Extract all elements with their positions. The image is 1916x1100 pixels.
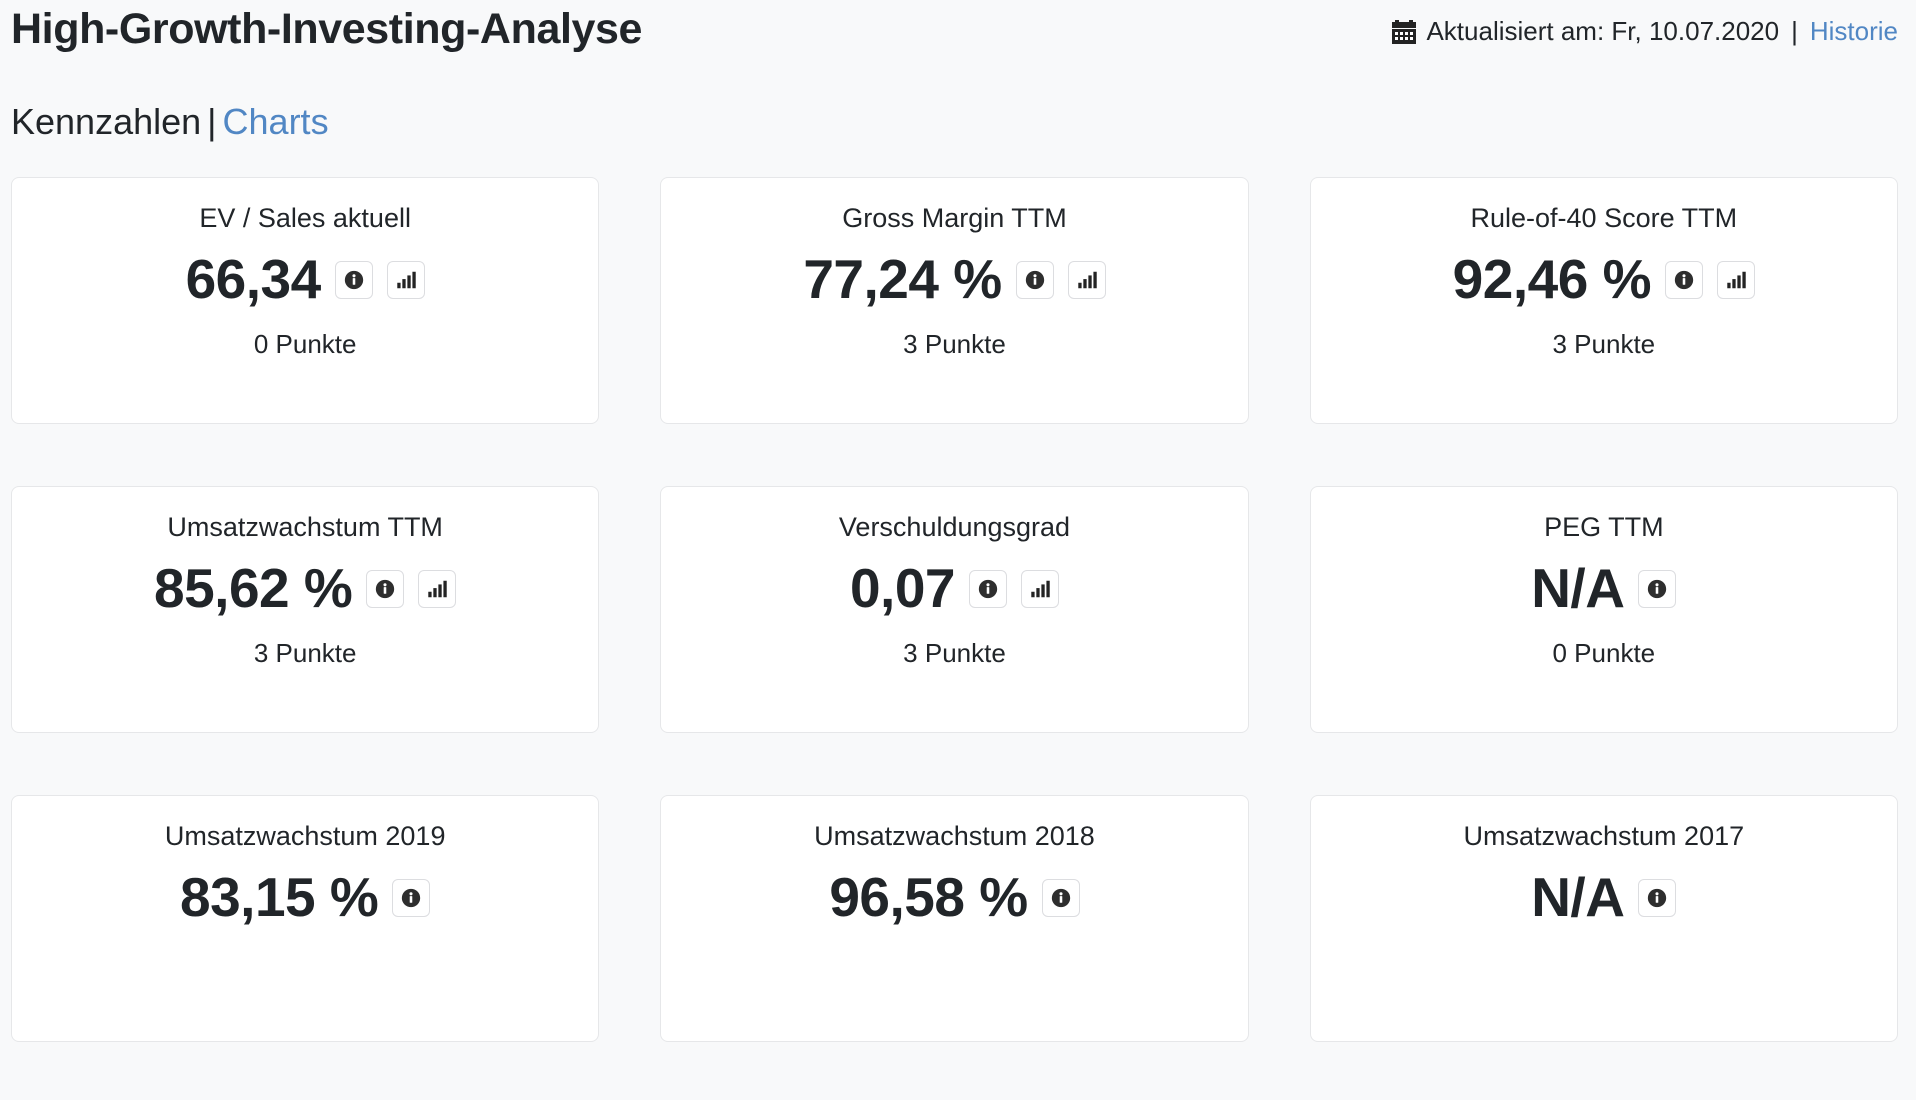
info-button[interactable]: [1015, 260, 1054, 299]
metric-card: Verschuldungsgrad 0,07 3 Punkte: [660, 486, 1249, 734]
tab-charts[interactable]: Charts: [223, 101, 329, 142]
metric-card: EV / Sales aktuell 66,34 0 Punkte: [11, 177, 600, 425]
metric-value-row: 66,34: [186, 249, 425, 311]
metric-points: 0 Punkte: [1552, 637, 1656, 668]
bar-chart-icon: [426, 578, 448, 600]
bar-chart-icon: [1725, 269, 1747, 291]
metric-card: Umsatzwachstum TTM 85,62 % 3 Punkte: [11, 486, 600, 734]
metric-card-title: Verschuldungsgrad: [838, 512, 1071, 543]
metric-card-title: Umsatzwachstum TTM: [167, 512, 443, 543]
info-circle-icon: [977, 578, 999, 600]
metric-card-title: Umsatzwachstum 2017: [1463, 821, 1745, 852]
metric-card-title: PEG TTM: [1544, 512, 1664, 543]
metric-value: N/A: [1531, 557, 1625, 620]
metric-value-row: 83,15 %: [180, 866, 431, 929]
metric-points: 3 Punkte: [903, 637, 1006, 668]
metric-value-row: 96,58 %: [829, 866, 1080, 929]
info-button[interactable]: [392, 878, 431, 917]
metric-card: Rule-of-40 Score TTM 92,46 % 3 Punkte: [1309, 177, 1898, 425]
info-circle-icon: [1050, 887, 1072, 909]
last-updated-label: Aktualisiert am: Fr, 10.07.2020: [1426, 16, 1780, 46]
info-button[interactable]: [969, 569, 1008, 608]
metric-points: 0 Punkte: [253, 328, 357, 359]
subnav: Kennzahlen | Charts: [11, 100, 1898, 143]
metric-value: 66,34: [185, 248, 322, 311]
metric-card-title: EV / Sales aktuell: [199, 203, 411, 234]
tab-kennzahlen[interactable]: Kennzahlen: [11, 101, 201, 142]
info-circle-icon: [374, 578, 396, 600]
bar-chart-icon: [395, 269, 417, 291]
calendar-icon: [1391, 19, 1417, 45]
info-button[interactable]: [1638, 569, 1677, 608]
metric-value-row: 92,46 %: [1453, 249, 1755, 311]
info-circle-icon: [1673, 269, 1695, 291]
metric-card-title: Rule-of-40 Score TTM: [1470, 203, 1738, 234]
metric-value-row: 77,24 %: [803, 248, 1106, 311]
metric-value: 92,46 %: [1452, 248, 1652, 311]
metric-value: 77,24 %: [803, 248, 1002, 311]
info-button[interactable]: [334, 260, 373, 299]
metric-value: 83,15 %: [180, 866, 379, 929]
metric-value: N/A: [1531, 866, 1625, 929]
metric-points: 3 Punkte: [1552, 328, 1656, 359]
metric-value-row: 0,07: [849, 557, 1060, 620]
info-circle-icon: [1646, 578, 1668, 600]
analysis-page: High-Growth-Investing-Analyse Aktualisie…: [0, 0, 1916, 1100]
metric-card-title: Umsatzwachstum 2018: [814, 821, 1095, 852]
chart-button[interactable]: [1716, 260, 1755, 299]
metric-card: Umsatzwachstum 2018 96,58 %: [660, 795, 1249, 1043]
metric-card: PEG TTM N/A 0 Punkte: [1309, 486, 1898, 734]
metric-value-row: N/A: [1531, 866, 1677, 929]
metric-points: 3 Punkte: [253, 637, 357, 668]
metric-value-row: N/A: [1531, 557, 1677, 620]
metric-value-row: 85,62 %: [154, 557, 457, 620]
metric-value: 96,58 %: [829, 866, 1028, 929]
metric-card: Umsatzwachstum 2017 N/A: [1309, 795, 1898, 1043]
page-title: High-Growth-Investing-Analyse: [11, 5, 643, 53]
info-button[interactable]: [1041, 878, 1080, 917]
page-header: High-Growth-Investing-Analyse Aktualisie…: [11, 0, 1898, 74]
subnav-separator: |: [207, 101, 217, 142]
metric-card-title: Gross Margin TTM: [842, 203, 1067, 234]
metric-value: 85,62 %: [154, 557, 353, 620]
chart-button[interactable]: [1067, 260, 1106, 299]
bar-chart-icon: [1076, 269, 1098, 291]
info-circle-icon: [1024, 269, 1046, 291]
info-circle-icon: [343, 269, 365, 291]
history-link[interactable]: Historie: [1810, 18, 1898, 44]
last-updated-block: Aktualisiert am: Fr, 10.07.2020 | Histor…: [1391, 4, 1898, 44]
metric-card-grid: EV / Sales aktuell 66,34 0 Punkte Gross …: [11, 177, 1898, 1043]
info-button[interactable]: [1638, 878, 1677, 917]
bar-chart-icon: [1029, 578, 1051, 600]
metric-card: Umsatzwachstum 2019 83,15 %: [11, 795, 600, 1043]
header-separator: |: [1791, 16, 1798, 46]
info-circle-icon: [400, 887, 422, 909]
info-button[interactable]: [1664, 260, 1703, 299]
chart-button[interactable]: [1021, 569, 1060, 608]
metric-card-title: Umsatzwachstum 2019: [164, 821, 446, 852]
metric-value: 0,07: [849, 557, 956, 620]
info-circle-icon: [1646, 887, 1668, 909]
metric-card: Gross Margin TTM 77,24 % 3 Punkte: [660, 177, 1249, 425]
info-button[interactable]: [366, 569, 405, 608]
metric-points: 3 Punkte: [903, 328, 1006, 359]
chart-button[interactable]: [418, 569, 457, 608]
chart-button[interactable]: [386, 260, 425, 299]
